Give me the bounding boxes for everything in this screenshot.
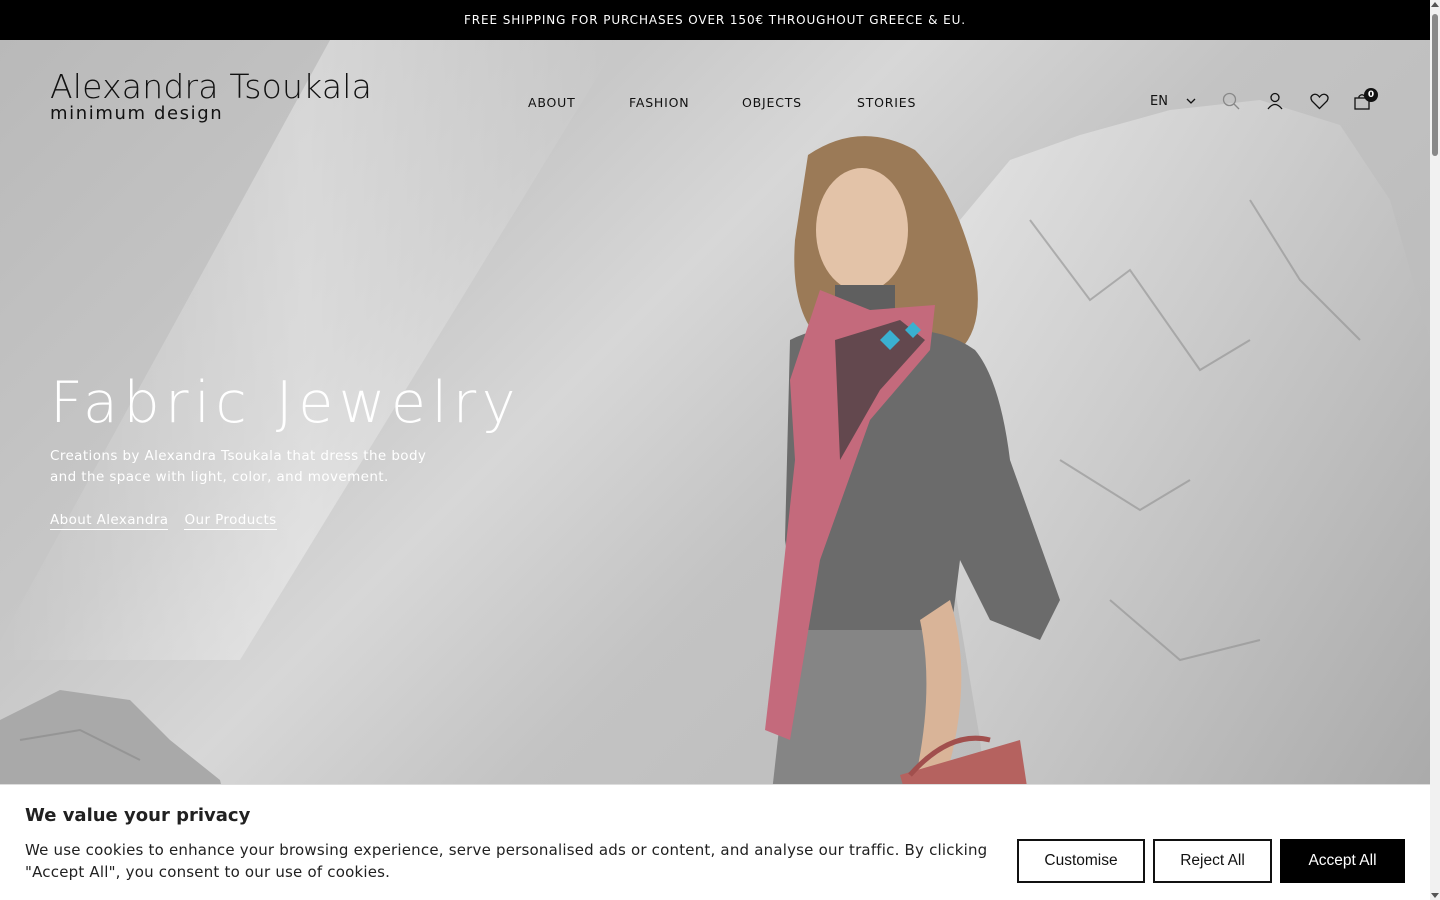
page-scrollbar[interactable]: [1430, 0, 1440, 900]
chevron-down-icon: [1186, 94, 1196, 109]
nav-item-objects[interactable]: OBJECTS: [742, 95, 857, 110]
account-button[interactable]: [1266, 92, 1310, 114]
our-products-link[interactable]: Our Products: [184, 512, 277, 530]
search-icon: [1222, 92, 1240, 114]
cookie-title: We value your privacy: [25, 805, 251, 826]
customise-button[interactable]: Customise: [1017, 839, 1145, 883]
heart-icon: [1310, 93, 1329, 114]
scroll-down-arrow-icon[interactable]: [1431, 893, 1439, 898]
accept-all-button[interactable]: Accept All: [1280, 839, 1405, 883]
reject-all-button[interactable]: Reject All: [1153, 839, 1272, 883]
scroll-up-arrow-icon[interactable]: [1431, 2, 1439, 7]
site-header: Alexandra Tsoukala minimum design ABOUT …: [0, 40, 1430, 150]
hero-links: About Alexandra Our Products: [50, 512, 521, 530]
cart-count-badge: 0: [1364, 88, 1378, 102]
announcement-bar: FREE SHIPPING FOR PURCHASES OVER 150€ TH…: [0, 0, 1430, 40]
cookie-banner: We value your privacy We use cookies to …: [0, 784, 1430, 900]
cookie-text: We use cookies to enhance your browsing …: [25, 841, 988, 881]
about-alexandra-link[interactable]: About Alexandra: [50, 512, 169, 530]
header-icons: 0: [1222, 88, 1398, 114]
announcement-text: FREE SHIPPING FOR PURCHASES OVER 150€ TH…: [464, 13, 966, 27]
scrollbar-thumb[interactable]: [1432, 14, 1438, 156]
hero-description: Creations by Alexandra Tsoukala that dre…: [50, 448, 427, 485]
brand-name: Alexandra Tsoukala: [50, 67, 373, 106]
nav-item-stories[interactable]: STORIES: [857, 95, 917, 110]
cart-button[interactable]: 0: [1354, 88, 1398, 114]
user-icon: [1266, 92, 1284, 114]
search-button[interactable]: [1222, 92, 1266, 114]
main-nav: ABOUT FASHION OBJECTS STORIES: [528, 95, 917, 110]
nav-item-fashion[interactable]: FASHION: [629, 95, 742, 110]
brand-logo[interactable]: Alexandra Tsoukala minimum design: [50, 69, 372, 124]
wishlist-button[interactable]: [1310, 92, 1354, 114]
hero-title: Fabric Jewelry: [50, 370, 521, 436]
language-label: EN: [1150, 94, 1168, 109]
brand-tagline: minimum design: [50, 103, 224, 124]
nav-item-about[interactable]: ABOUT: [528, 95, 629, 110]
language-selector[interactable]: EN: [1150, 94, 1196, 109]
hero-content: Fabric Jewelry Creations by Alexandra Ts…: [50, 370, 521, 530]
